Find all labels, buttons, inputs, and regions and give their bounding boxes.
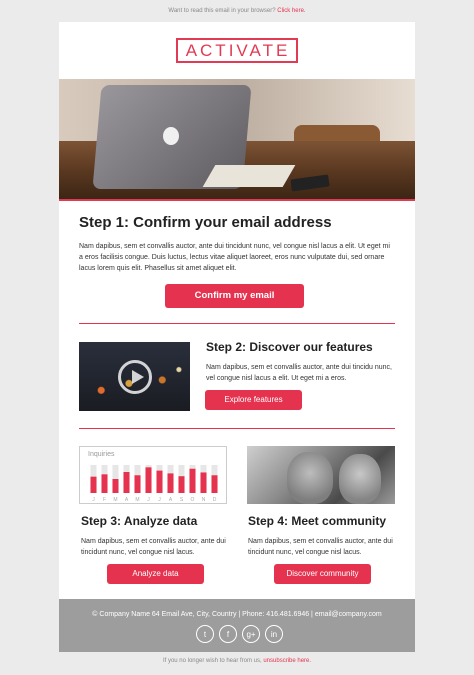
divider <box>79 428 395 429</box>
tick-label-1: F <box>103 497 106 503</box>
chart-bar-11 <box>211 475 218 493</box>
google-plus-icon[interactable]: g+ <box>242 625 260 643</box>
chart-bar-8 <box>178 476 185 493</box>
divider <box>79 323 395 324</box>
linkedin-icon[interactable]: in <box>265 625 283 643</box>
step2-section: Step 2: Discover our features Nam dapibu… <box>206 340 402 384</box>
unsubscribe-text: If you no longer wish to hear from us, <box>162 658 262 664</box>
step1-body: Nam dapibus, sem et convallis auctor, an… <box>79 243 390 272</box>
twitter-icon[interactable]: t <box>196 625 214 643</box>
step4-body: Nam dapibus, sem et convallis auctor, an… <box>248 538 393 556</box>
chart-bar-9 <box>189 468 196 493</box>
chart-bar-5 <box>145 467 152 493</box>
unsubscribe-notice: If you no longer wish to hear from us, u… <box>0 658 474 664</box>
tick-label-9: O <box>191 497 195 503</box>
chart-title: Inquiries <box>88 451 115 458</box>
header: ACTIVATE <box>59 22 415 79</box>
confirm-email-button[interactable]: Confirm my email <box>165 284 304 308</box>
step3-body: Nam dapibus, sem et convallis auctor, an… <box>81 538 226 556</box>
discover-community-button[interactable]: Discover community <box>274 564 371 584</box>
step1-title: Step 1: Confirm your email address <box>79 214 332 231</box>
step4-section: Step 4: Meet community Nam dapibus, sem … <box>248 514 398 558</box>
chart-bar-0 <box>90 476 97 493</box>
tick-label-4: M <box>135 497 139 503</box>
tick-label-2: M <box>113 497 117 503</box>
browser-view-notice: Want to read this email in your browser?… <box>0 0 474 22</box>
tick-label-8: S <box>180 497 184 503</box>
step3-section: Step 3: Analyze data Nam dapibus, sem et… <box>81 514 231 558</box>
footer: © Company Name 64 Email Ave, City, Count… <box>59 599 415 652</box>
browser-view-text: Want to read this email in your browser? <box>168 8 276 14</box>
step3-title: Step 3: Analyze data <box>81 514 198 528</box>
logo[interactable]: ACTIVATE <box>175 38 299 63</box>
tick-label-11: D <box>213 497 217 503</box>
tick-label-7: A <box>169 497 173 503</box>
apple-logo-icon <box>163 127 179 145</box>
browser-view-link[interactable]: Click here. <box>277 8 305 14</box>
tick-label-3: A <box>125 497 129 503</box>
play-icon[interactable] <box>118 360 152 394</box>
analyze-data-button[interactable]: Analyze data <box>107 564 204 584</box>
footer-contact: © Company Name 64 Email Ave, City, Count… <box>92 611 382 618</box>
chart-bar-7 <box>167 473 174 493</box>
chart-bar-6 <box>156 470 163 493</box>
email-card: ACTIVATE Step 1: Confirm your email addr… <box>59 22 415 652</box>
tick-label-6: J <box>158 497 161 503</box>
chart-bar-3 <box>123 472 130 493</box>
facebook-icon[interactable]: f <box>219 625 237 643</box>
tick-label-0: J <box>92 497 95 503</box>
step2-body: Nam dapibus, sem et convallis auctor, an… <box>206 364 392 382</box>
unsubscribe-link[interactable]: unsubscribe here. <box>263 658 311 664</box>
inquiries-chart: JFMAMJJASOND Inquiries <box>79 446 227 504</box>
step4-title: Step 4: Meet community <box>248 514 387 528</box>
video-thumbnail[interactable] <box>79 342 190 411</box>
chart-bar-1 <box>101 474 108 493</box>
hero-image <box>59 79 415 201</box>
tick-label-5: J <box>147 497 150 503</box>
step2-title: Step 2: Discover our features <box>206 340 373 354</box>
social-links: t f g+ in <box>196 625 283 643</box>
chart-bar-10 <box>200 472 207 493</box>
chart-bar-2 <box>112 479 119 493</box>
step1-section: Step 1: Confirm your email address Nam d… <box>59 201 415 274</box>
tick-label-10: N <box>202 497 206 503</box>
explore-features-button[interactable]: Explore features <box>205 390 302 410</box>
chart-bar-4 <box>134 475 141 493</box>
community-photo <box>247 446 395 504</box>
